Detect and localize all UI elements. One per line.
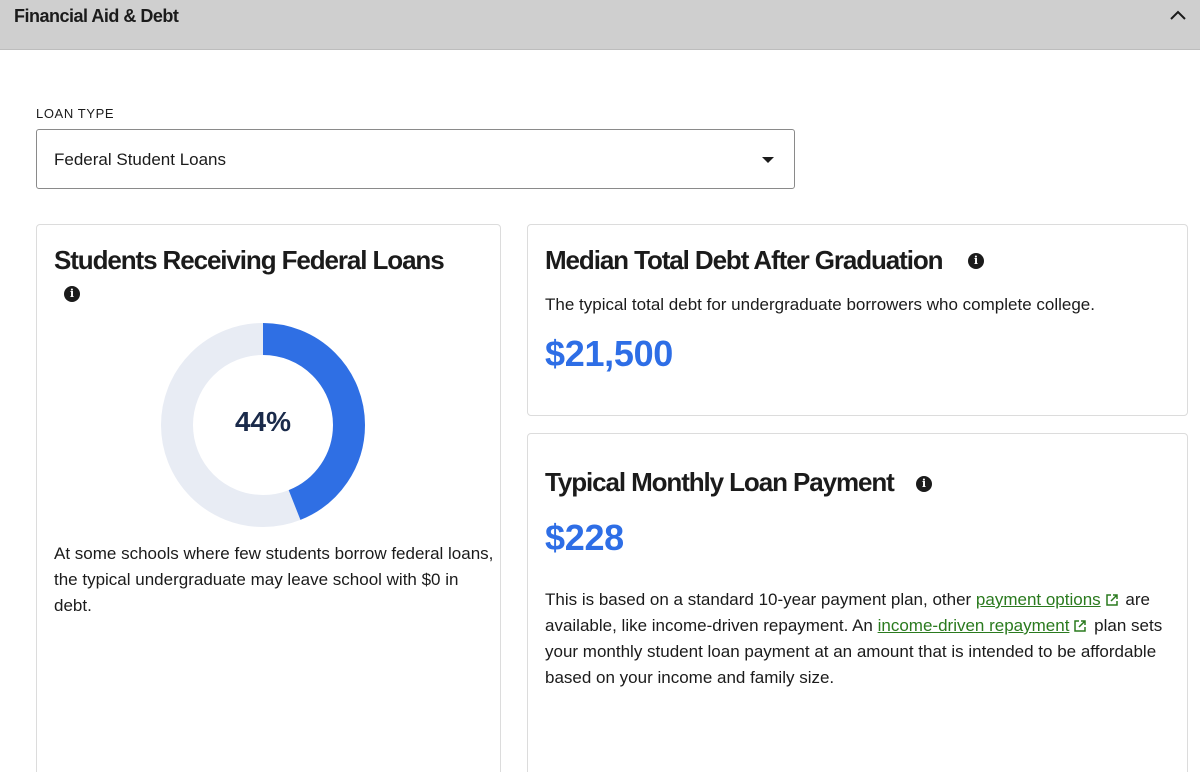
- chevron-up-icon[interactable]: [1166, 4, 1190, 28]
- caret-down-icon: [762, 157, 774, 163]
- info-icon[interactable]: i: [916, 476, 932, 492]
- income-driven-link-text: income-driven repayment: [877, 616, 1070, 635]
- monthly-payment-title: Typical Monthly Loan Payment: [545, 467, 895, 497]
- section-header[interactable]: Financial Aid & Debt: [0, 0, 1200, 50]
- median-debt-card: Median Total Debt After Graduation i The…: [527, 224, 1188, 416]
- income-driven-repayment-link[interactable]: income-driven repayment: [878, 616, 1090, 635]
- external-link-icon: [1074, 620, 1087, 632]
- explanation-text-1: This is based on a standard 10-year paym…: [545, 590, 976, 609]
- federal-loans-percent: 44%: [234, 406, 292, 437]
- loan-type-label: LOAN TYPE: [36, 106, 115, 121]
- median-debt-amount: $21,500: [545, 333, 674, 374]
- info-icon[interactable]: i: [968, 253, 984, 269]
- info-icon[interactable]: i: [64, 286, 80, 302]
- federal-loans-card: Students Receiving Federal Loans i 44% A…: [36, 224, 501, 772]
- monthly-payment-card: Typical Monthly Loan Payment i $228 This…: [527, 433, 1188, 772]
- federal-loans-note: At some schools where few students borro…: [54, 544, 494, 615]
- median-debt-description: The typical total debt for undergraduate…: [545, 295, 1095, 314]
- loan-type-selected-value: Federal Student Loans: [54, 150, 227, 169]
- payment-options-link[interactable]: payment options: [976, 590, 1121, 609]
- loan-type-select[interactable]: Federal Student Loans: [36, 129, 795, 189]
- section-title: Financial Aid & Debt: [14, 6, 179, 26]
- federal-loans-title: Students Receiving Federal Loans: [54, 245, 445, 275]
- external-link-icon: [1105, 594, 1118, 606]
- median-debt-title: Median Total Debt After Graduation: [545, 245, 943, 275]
- payment-options-link-text: payment options: [975, 590, 1101, 609]
- monthly-payment-explanation: This is based on a standard 10-year paym…: [545, 587, 1185, 691]
- monthly-payment-amount: $228: [545, 517, 624, 558]
